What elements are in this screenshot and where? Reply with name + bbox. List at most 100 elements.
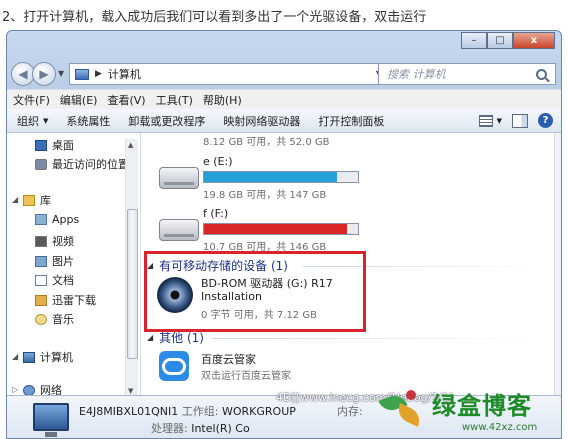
drive-usage-fill [204, 172, 338, 182]
apps-folder-icon [35, 214, 47, 225]
nav-item-thunder-downloads[interactable]: 迅雷下载 [35, 292, 96, 308]
nav-item-desktop[interactable]: 桌面 [35, 137, 74, 153]
window-controls: – □ x [461, 32, 555, 49]
nav-item-label: 网络 [40, 384, 62, 395]
drive-item-f[interactable]: f (F:) 10.7 GB 可用，共 146 GB [159, 205, 359, 255]
expand-caret-icon[interactable]: ◢ [12, 195, 18, 204]
desktop-icon [35, 139, 47, 151]
ladybug-icon [406, 390, 416, 400]
drive-usage-bar [203, 223, 359, 235]
hard-drive-icon [159, 167, 199, 189]
nav-item-videos[interactable]: 视频 [35, 233, 74, 249]
nav-item-label: 文档 [52, 274, 74, 287]
pictures-icon [35, 255, 47, 267]
open-control-panel-button[interactable]: 打开控制面板 [318, 113, 384, 129]
nav-item-label: 桌面 [52, 139, 74, 152]
address-bar[interactable]: ▶ 计算机 ▼ ↻ [69, 63, 405, 85]
scroll-up-icon[interactable]: ▲ [128, 141, 133, 149]
app-name: 百度云管家 [201, 353, 256, 366]
collapse-triangle-icon[interactable]: ◢ [147, 333, 153, 342]
nav-item-computer[interactable]: 计算机 [23, 349, 73, 365]
breadcrumb-arrow-icon[interactable]: ▶ [95, 69, 102, 79]
drive-usage-fill [204, 224, 347, 234]
baidu-cloud-item[interactable]: 百度云管家 双击运行百度云管家 [141, 347, 371, 387]
drive-name: e (E:) [203, 155, 233, 168]
view-dropdown-icon[interactable]: ▼ [497, 117, 502, 125]
organize-button[interactable]: 组织 ▼ [17, 113, 48, 129]
nav-item-pictures[interactable]: 图片 [35, 253, 74, 269]
workgroup-label: 工作组: [181, 405, 219, 418]
menu-tools[interactable]: 工具(T) [156, 92, 193, 108]
system-properties-label: 系统属性 [66, 114, 111, 128]
library-icon [23, 194, 35, 206]
nav-pane-scrollbar[interactable]: ▲ ▼ [125, 139, 138, 397]
app-description: 双击运行百度云管家 [201, 371, 291, 382]
search-icon[interactable] [536, 68, 547, 80]
details-processor: 处理器: Intel(R) Co [151, 420, 250, 436]
recent-pages-dropdown-icon[interactable]: ▼ [58, 69, 64, 78]
maximize-button[interactable]: □ [487, 32, 513, 49]
expand-caret-icon[interactable]: ◢ [12, 352, 18, 361]
expand-caret-icon[interactable]: ▷ [12, 385, 18, 394]
nav-item-documents[interactable]: 文档 [35, 272, 74, 288]
site-logo: 绿盒博客 www.42xz.com [376, 386, 568, 439]
minimize-button[interactable]: – [461, 32, 487, 49]
nav-item-label: Apps [52, 213, 80, 226]
uninstall-program-label: 卸载或更改程序 [128, 114, 206, 128]
preview-pane-icon[interactable] [512, 113, 528, 128]
nav-item-network[interactable]: 网络 [23, 382, 62, 395]
nav-item-label: 最近访问的位置 [52, 158, 129, 171]
workgroup-value: WORKGROUP [221, 405, 296, 418]
documents-icon [35, 274, 47, 286]
nav-item-music[interactable]: 音乐 [35, 311, 74, 327]
nav-item-label: 音乐 [52, 313, 74, 326]
close-button[interactable]: x [513, 32, 555, 49]
menu-edit[interactable]: 编辑(E) [60, 92, 98, 108]
menu-view[interactable]: 查看(V) [107, 92, 145, 108]
scroll-thumb[interactable] [127, 209, 138, 359]
chevron-down-icon: ▼ [43, 116, 49, 125]
processor-value: Intel(R) Co [191, 422, 250, 435]
nav-item-label: 迅雷下载 [52, 294, 96, 307]
logo-title: 绿盒博客 [432, 391, 532, 420]
search-box[interactable]: 搜索 计算机 [378, 63, 556, 85]
baidu-cloud-icon [159, 351, 189, 381]
group-divider [211, 338, 541, 339]
nav-item-libraries[interactable]: 库 [23, 192, 51, 208]
navigation-bar: ◀ ▶ ▼ ▶ 计算机 ▼ ↻ 搜索 计算机 [7, 59, 561, 89]
content-scrollbar[interactable] [554, 133, 561, 395]
drive-item-e[interactable]: e (E:) 19.8 GB 可用，共 147 GB [159, 153, 359, 203]
breadcrumb-computer[interactable]: 计算机 [108, 66, 141, 82]
videos-icon [35, 235, 47, 247]
change-view-icon[interactable] [478, 114, 493, 127]
processor-label: 处理器: [151, 422, 188, 435]
system-properties-button[interactable]: 系统属性 [66, 113, 110, 129]
menu-file[interactable]: 文件(F) [13, 92, 50, 108]
scroll-down-icon[interactable]: ▼ [128, 387, 133, 395]
explorer-window: – □ x ◀ ▶ ▼ ▶ 计算机 ▼ ↻ 搜索 计算机 文件(F) 编辑(E)… [6, 30, 562, 439]
forward-button[interactable]: ▶ [32, 62, 56, 86]
nav-item-label: 图片 [52, 255, 74, 268]
computer-icon [33, 403, 69, 437]
search-input[interactable]: 搜索 计算机 [387, 66, 536, 82]
computer-icon [23, 351, 35, 363]
nav-item-apps[interactable]: Apps [35, 213, 79, 226]
map-network-drive-button[interactable]: 映射网络驱动器 [223, 113, 300, 129]
nav-item-label: 计算机 [40, 351, 73, 364]
network-icon [23, 384, 35, 395]
drive-space-info: 8.12 GB 可用，共 52.0 GB [203, 137, 330, 148]
uninstall-program-button[interactable]: 卸载或更改程序 [128, 113, 205, 129]
music-icon [35, 313, 47, 325]
nav-item-label: 视频 [52, 235, 74, 248]
command-bar: 组织 ▼ 系统属性 卸载或更改程序 映射网络驱动器 打开控制面板 ▼ ? [7, 109, 561, 133]
menu-help[interactable]: 帮助(H) [203, 92, 242, 108]
nav-item-recent-places[interactable]: 最近访问的位置 [35, 156, 129, 172]
logo-url: www.42xz.com [462, 422, 538, 433]
tutorial-caption: 2、打开计算机，载入成功后我们可以看到多出了一个光驱设备，双击运行 [2, 10, 427, 25]
help-icon[interactable]: ? [538, 113, 553, 128]
hard-drive-icon [159, 219, 199, 241]
organize-label: 组织 [17, 114, 39, 128]
drive-name: f (F:) [203, 207, 229, 220]
annotation-highlight-box [144, 251, 366, 332]
drive-space-info: 19.8 GB 可用，共 147 GB [203, 190, 327, 201]
